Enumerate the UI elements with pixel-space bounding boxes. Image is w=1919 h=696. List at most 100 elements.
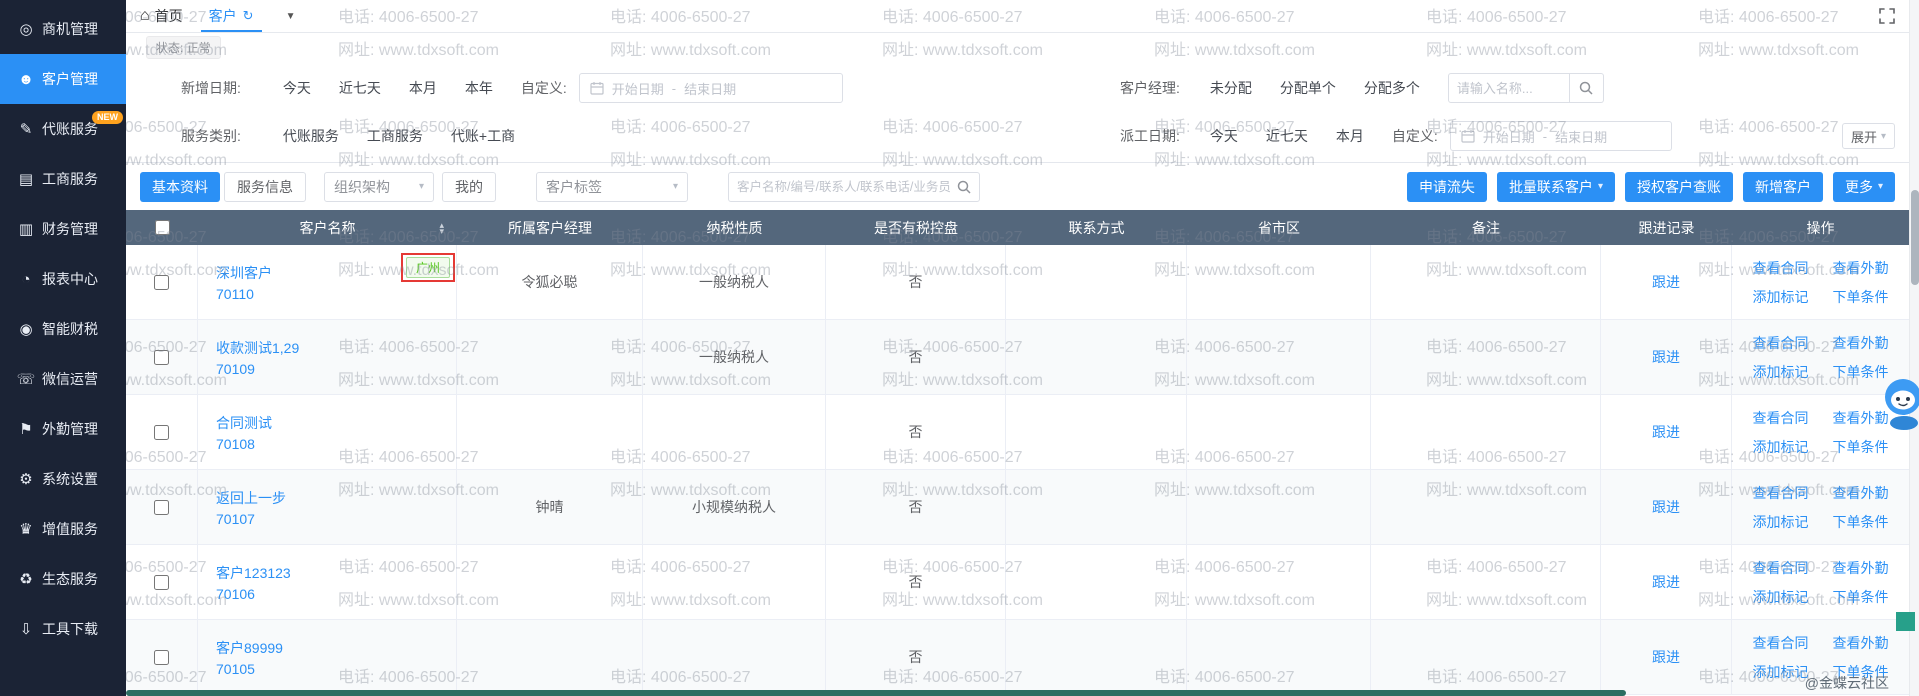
tab-customers[interactable]: 客户 ↻ [197,0,266,32]
view-tab-1[interactable]: 服务信息 [224,172,306,202]
follow-link[interactable]: 跟进 [1652,497,1680,517]
vertical-scrollbar[interactable] [1909,0,1919,696]
follow-link[interactable]: 跟进 [1652,572,1680,592]
toolbar-action-4[interactable]: 更多▾ [1833,172,1895,202]
floating-corner-button[interactable] [1896,612,1915,631]
customer-name-link[interactable]: 合同测试 [216,413,272,433]
sort-icon[interactable]: ▴▾ [439,222,444,234]
row-checkbox[interactable] [154,650,169,665]
row-action-3[interactable]: 下单条件 [1833,512,1889,532]
row-checkbox[interactable] [154,275,169,290]
customer-name-link[interactable]: 深圳客户 [216,263,272,283]
add-date-range-picker[interactable]: 开始日期 - 结束日期 [579,73,843,103]
service-type-option-2[interactable]: 代账+工商 [451,128,515,144]
service-type-option-0[interactable]: 代账服务 [283,128,339,144]
row-action-1[interactable]: 查看外勤 [1833,558,1889,578]
add-date-option-1[interactable]: 近七天 [339,80,381,96]
tab-home[interactable]: ⌂ 首页 [140,6,183,26]
follow-link[interactable]: 跟进 [1652,647,1680,667]
tab-list-dropdown-icon[interactable]: ▼ [286,11,296,22]
row-action-1[interactable]: 查看外勤 [1833,408,1889,428]
follow-link[interactable]: 跟进 [1652,422,1680,442]
expand-filters-button[interactable]: 展开 ▾ [1842,123,1895,149]
row-action-0[interactable]: 查看合同 [1753,483,1809,503]
row-action-3[interactable]: 下单条件 [1833,287,1889,307]
row-action-3[interactable]: 下单条件 [1833,362,1889,382]
dispatch-date-option-2[interactable]: 本月 [1336,128,1364,144]
row-action-1[interactable]: 查看外勤 [1833,333,1889,353]
row-checkbox[interactable] [154,575,169,590]
status-filter-tag[interactable]: 状态: 正常 [146,36,221,59]
row-action-3[interactable]: 下单条件 [1833,587,1889,607]
customer-name-link[interactable]: 返回上一步 [216,488,286,508]
customer-code-link[interactable]: 70107 [216,511,286,527]
toolbar-action-0[interactable]: 申请流失 [1407,172,1487,202]
manager-option-1[interactable]: 分配单个 [1280,80,1336,96]
toolbar-action-1[interactable]: 批量联系客户▾ [1497,172,1615,202]
row-action-2[interactable]: 添加标记 [1753,287,1809,307]
row-action-1[interactable]: 查看外勤 [1833,258,1889,278]
row-action-0[interactable]: 查看合同 [1753,408,1809,428]
sidebar-item-12[interactable]: ⇩工具下载 [0,604,126,654]
row-action-1[interactable]: 查看外勤 [1833,633,1889,653]
row-action-3[interactable]: 下单条件 [1833,437,1889,457]
customer-name-link[interactable]: 收款测试1,29 [216,338,299,358]
dispatch-date-option-1[interactable]: 近七天 [1266,128,1308,144]
row-action-2[interactable]: 添加标记 [1753,662,1809,682]
search-icon[interactable] [957,180,971,194]
sidebar-item-9[interactable]: ⚙系统设置 [0,454,126,504]
customer-code-link[interactable]: 70105 [216,661,283,677]
customer-code-link[interactable]: 70109 [216,361,299,377]
manager-option-0[interactable]: 未分配 [1210,80,1252,96]
customer-code-link[interactable]: 70106 [216,586,291,602]
add-date-option-3[interactable]: 本年 [465,80,493,96]
follow-link[interactable]: 跟进 [1652,347,1680,367]
vertical-scrollbar-thumb[interactable] [1911,190,1919,285]
org-structure-select[interactable]: 组织架构 ▾ [324,172,434,202]
row-action-2[interactable]: 添加标记 [1753,512,1809,532]
sidebar-item-1[interactable]: ☻客户管理 [0,54,126,104]
customer-tag-select[interactable]: 客户标签 ▾ [536,172,688,202]
customer-search-input[interactable] [737,180,951,194]
row-action-0[interactable]: 查看合同 [1753,558,1809,578]
sidebar-item-6[interactable]: ◉智能财税 [0,304,126,354]
row-action-1[interactable]: 查看外勤 [1833,483,1889,503]
row-action-0[interactable]: 查看合同 [1753,333,1809,353]
add-date-option-0[interactable]: 今天 [283,80,311,96]
row-checkbox[interactable] [154,425,169,440]
view-tab-0[interactable]: 基本资料 [140,172,220,202]
sidebar-item-0[interactable]: ◎商机管理 [0,4,126,54]
service-type-option-1[interactable]: 工商服务 [367,128,423,144]
sidebar-item-5[interactable]: ◔报表中心 [0,254,126,304]
sidebar-item-7[interactable]: ☏微信运营 [0,354,126,404]
dispatch-date-range-picker[interactable]: 开始日期 - 结束日期 [1450,121,1672,151]
dispatch-date-option-0[interactable]: 今天 [1210,128,1238,144]
row-checkbox[interactable] [154,350,169,365]
sidebar-item-11[interactable]: ♻生态服务 [0,554,126,604]
toolbar-action-3[interactable]: 新增客户 [1743,172,1823,202]
row-action-2[interactable]: 添加标记 [1753,437,1809,457]
manager-option-2[interactable]: 分配多个 [1364,80,1420,96]
sidebar-item-8[interactable]: ⚑外勤管理 [0,404,126,454]
manager-name-input[interactable] [1448,73,1570,103]
customer-code-link[interactable]: 70110 [216,286,272,302]
add-date-option-2[interactable]: 本月 [409,80,437,96]
fullscreen-button[interactable] [1879,8,1895,24]
sidebar-item-2[interactable]: ✎代账服务NEW [0,104,126,154]
sidebar-item-10[interactable]: ♛增值服务 [0,504,126,554]
mine-button[interactable]: 我的 [442,172,496,202]
follow-link[interactable]: 跟进 [1652,272,1680,292]
column-header-0[interactable]: 客户名称▴▾ [198,210,457,245]
customer-name-link[interactable]: 客户123123 [216,563,291,583]
row-action-2[interactable]: 添加标记 [1753,362,1809,382]
toolbar-action-2[interactable]: 授权客户查账 [1625,172,1733,202]
row-action-0[interactable]: 查看合同 [1753,633,1809,653]
row-action-0[interactable]: 查看合同 [1753,258,1809,278]
row-checkbox[interactable] [154,500,169,515]
assistant-mascot-icon[interactable] [1883,376,1919,435]
customer-name-link[interactable]: 客户89999 [216,638,283,658]
horizontal-scrollbar[interactable] [126,690,1909,696]
horizontal-scrollbar-thumb[interactable] [126,690,1626,696]
sidebar-item-3[interactable]: ▤工商服务 [0,154,126,204]
sidebar-item-4[interactable]: ▥财务管理 [0,204,126,254]
